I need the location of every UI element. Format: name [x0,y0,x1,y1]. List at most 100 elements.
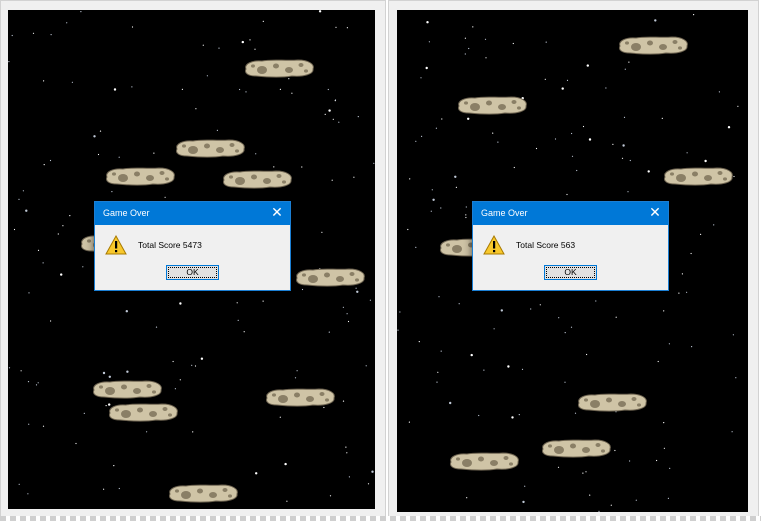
star [97,153,100,156]
star [118,487,120,490]
game-over-dialog: Game Over ✕ Total Score 5473 OK [94,201,291,291]
star [493,328,495,330]
star [432,198,435,201]
star [254,48,256,50]
star [465,216,467,219]
asteroid [455,94,529,116]
star [239,88,241,91]
star [262,20,264,22]
star [518,414,520,416]
asteroid [166,482,240,504]
star [586,353,588,356]
star [437,371,439,373]
star [237,319,239,321]
star [286,500,288,502]
star [558,317,560,319]
star [438,296,440,298]
star [663,310,665,312]
star [164,196,166,198]
star [334,99,337,101]
star [522,500,525,504]
close-icon[interactable]: ✕ [270,205,284,221]
star [582,472,584,474]
star [131,26,134,28]
asteroid [103,165,177,187]
dialog-title: Game Over [103,208,150,218]
star [118,156,120,158]
star [521,368,524,370]
star [681,273,683,275]
star [718,91,720,93]
star [668,343,670,345]
star [356,290,359,293]
star [544,78,546,80]
ok-button[interactable]: OK [166,265,219,280]
star [20,370,22,372]
star [397,329,399,331]
asteroid [90,378,164,400]
star [125,310,128,313]
star [621,157,624,159]
star [624,68,626,70]
star [328,109,331,112]
star [464,53,466,55]
star [431,189,433,191]
star [371,470,374,473]
star [49,159,52,162]
star [245,91,247,93]
star [484,38,487,40]
star [155,326,158,328]
star [582,125,585,128]
star [483,369,485,371]
dialog-titlebar[interactable]: Game Over ✕ [95,202,290,225]
asteroid [220,168,294,190]
star [704,159,707,163]
star [202,44,204,46]
star [346,313,348,315]
star [430,210,432,212]
asteroid [106,401,180,423]
asteroid [575,391,649,413]
star [614,449,616,452]
star [342,400,345,402]
star [83,412,85,414]
star [464,37,466,39]
star [425,66,428,70]
star [428,41,430,43]
star [365,365,367,367]
star [93,135,96,138]
star [485,57,487,59]
star [192,431,194,433]
star [629,460,631,462]
star [731,431,733,433]
star [99,130,102,132]
star [82,266,84,268]
star [236,302,238,304]
dialog-body: Total Score 563 OK [473,225,668,290]
star [654,19,657,22]
star [279,416,281,418]
star [530,308,532,310]
star [328,331,330,333]
ok-button[interactable]: OK [544,265,597,280]
score-message: Total Score 5473 [138,240,202,250]
star [628,61,630,63]
star [622,144,625,147]
star [691,346,693,348]
star [57,233,59,235]
close-icon[interactable]: ✕ [648,205,662,221]
star [279,88,281,90]
star [467,117,470,121]
star [436,381,438,383]
star [32,32,35,34]
star [18,198,20,200]
star [472,26,474,28]
star [218,47,220,49]
star [373,162,375,164]
star [686,152,688,154]
dialog-titlebar[interactable]: Game Over ✕ [473,202,668,225]
star [426,21,429,24]
star [126,370,129,373]
star [60,273,63,276]
star [700,233,702,235]
